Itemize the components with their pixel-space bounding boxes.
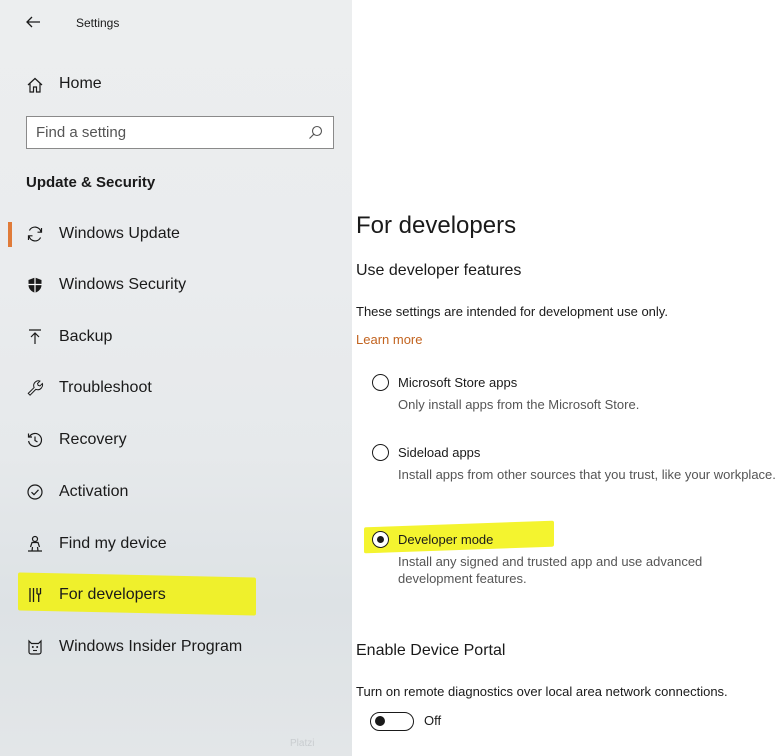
toggle-state-label: Off (424, 713, 442, 728)
device-portal-description: Turn on remote diagnostics over local ar… (356, 684, 728, 699)
radio-developer-mode[interactable] (372, 531, 389, 548)
person-location-icon (28, 535, 42, 552)
intro-text: These settings are intended for developm… (356, 304, 668, 319)
sidebar-item-label: Troubleshoot (59, 379, 152, 396)
option-description: Install apps from other sources that you… (398, 467, 776, 482)
device-portal-heading: Enable Device Portal (356, 642, 506, 659)
option-label: Sideload apps (398, 445, 481, 460)
toggle-knob (375, 716, 385, 726)
back-arrow-icon[interactable] (24, 13, 42, 31)
main-content: For developers Use developer features Th… (352, 0, 781, 756)
selected-indicator (8, 222, 12, 247)
sidebar: Settings Home Update & Security Windows … (0, 0, 352, 756)
insider-cat-icon (28, 639, 42, 655)
home-icon (27, 77, 43, 93)
sidebar-item-label: Activation (59, 483, 129, 500)
option-description: Only install apps from the Microsoft Sto… (398, 397, 640, 412)
option-label: Microsoft Store apps (398, 375, 518, 390)
wrench-icon (27, 380, 44, 396)
section-heading: Update & Security (26, 174, 156, 191)
title-bar: Settings (0, 0, 352, 46)
sidebar-item-label: Home (59, 75, 102, 92)
sidebar-item-windows-insider-program[interactable]: Windows Insider Program (0, 627, 352, 667)
radio-microsoft-store-apps[interactable] (372, 374, 389, 391)
radio-sideload-apps[interactable] (372, 444, 389, 461)
app-title: Settings (76, 16, 120, 30)
check-circle-icon (27, 484, 43, 500)
sidebar-item-windows-update[interactable]: Windows Update (0, 214, 352, 254)
sidebar-item-label: Recovery (59, 431, 127, 448)
option-description: Install any signed and trusted app and u… (398, 554, 703, 586)
search-input[interactable] (27, 117, 297, 148)
developer-tools-icon (29, 588, 42, 602)
search-box[interactable] (26, 116, 334, 149)
page-title: For developers (356, 212, 517, 239)
watermark: Platzi (290, 738, 315, 749)
sidebar-item-windows-security[interactable]: Windows Security (0, 265, 352, 305)
device-portal-toggle[interactable] (370, 712, 414, 731)
sidebar-item-label: Windows Update (59, 225, 180, 242)
sidebar-item-backup[interactable]: Backup (0, 317, 352, 357)
sidebar-item-recovery[interactable]: Recovery (0, 420, 352, 460)
refresh-icon (27, 226, 43, 242)
shield-icon (28, 277, 42, 293)
sidebar-item-label: Windows Insider Program (59, 638, 243, 655)
sidebar-item-for-developers[interactable]: For developers (0, 575, 352, 615)
backup-arrow-icon (29, 329, 41, 344)
option-label: Developer mode (398, 532, 494, 547)
sidebar-item-label: For developers (59, 586, 166, 603)
history-icon (27, 432, 43, 447)
sidebar-item-troubleshoot[interactable]: Troubleshoot (0, 368, 352, 408)
sidebar-item-find-my-device[interactable]: Find my device (0, 524, 352, 564)
sidebar-item-label: Find my device (59, 535, 167, 552)
sidebar-item-label: Windows Security (59, 276, 187, 293)
sidebar-item-home[interactable]: Home (0, 66, 352, 102)
search-icon[interactable] (308, 125, 323, 140)
sidebar-item-label: Backup (59, 328, 113, 345)
section-subheading: Use developer features (356, 262, 522, 279)
learn-more-link[interactable]: Learn more (356, 332, 422, 347)
sidebar-item-activation[interactable]: Activation (0, 472, 352, 512)
